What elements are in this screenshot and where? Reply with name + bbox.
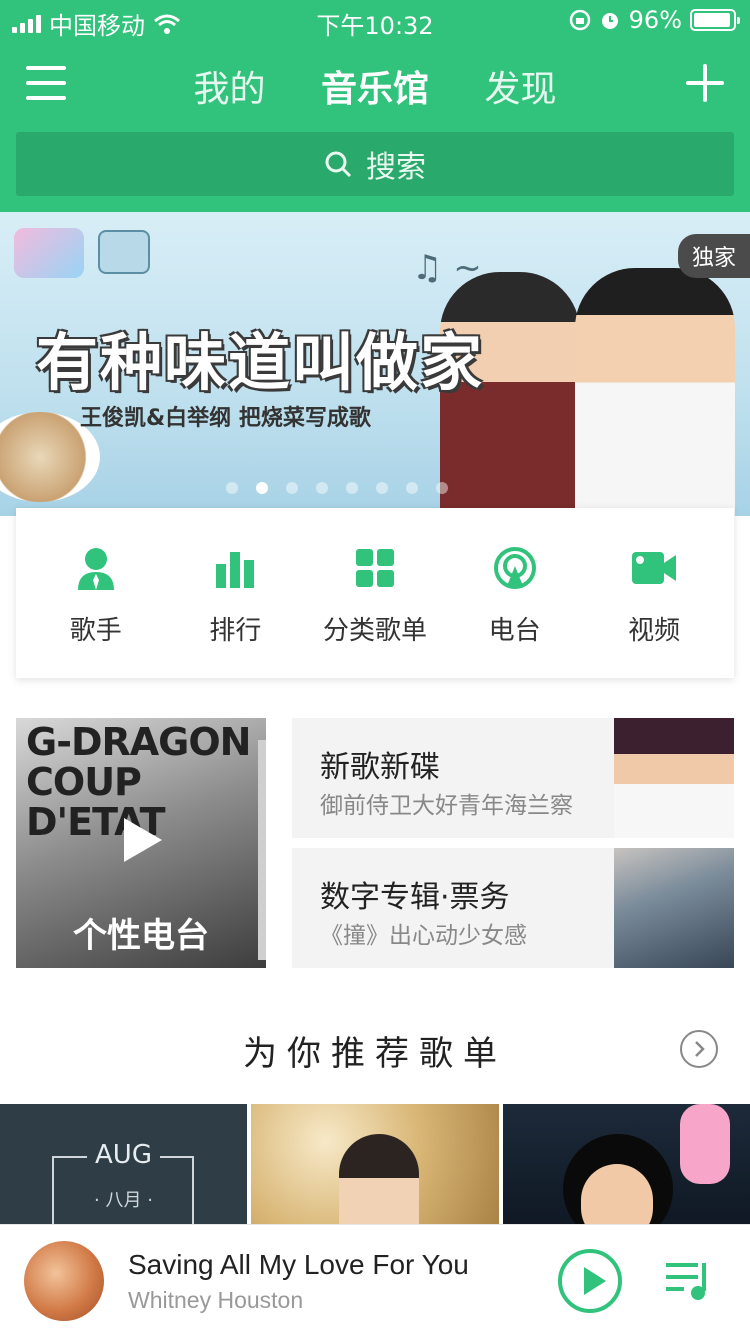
promo-banner[interactable]: ♫ ~ 有种味道叫做家 王俊凯&白举纲 把烧菜写成歌 独家 [0, 212, 750, 516]
banner-title: 有种味道叫做家 [36, 326, 485, 399]
alarm-icon [601, 13, 618, 29]
shortcut-label: 歌手 [69, 616, 122, 646]
play-icon [124, 818, 162, 862]
album-thumbnail [614, 848, 734, 968]
singer-icon [77, 548, 114, 590]
shortcut-singer[interactable]: 歌手 [36, 546, 156, 678]
search-placeholder: 搜索 [366, 150, 426, 185]
pager-dot[interactable] [406, 482, 418, 494]
pager-dot[interactable] [436, 482, 448, 494]
nav-bar: 我的 音乐馆 发现 [0, 52, 750, 116]
stack-edge [258, 740, 266, 960]
playlist-row: AUG · 八月 · [0, 1104, 750, 1228]
pager-dot[interactable] [316, 482, 328, 494]
digital-album-tile[interactable]: 数字专辑·票务 《撞》出心动少女感 [292, 848, 734, 968]
search-icon [325, 151, 352, 178]
pager-dot[interactable] [346, 482, 358, 494]
shortcut-label: 排行 [209, 616, 262, 646]
tab-music-hall[interactable]: 音乐馆 [321, 60, 429, 112]
video-icon [632, 552, 677, 584]
category-icon [355, 549, 394, 587]
personal-radio-label: 个性电台 [73, 916, 209, 956]
shortcut-radio[interactable]: 电台 [455, 546, 575, 678]
mini-player[interactable]: Saving All My Love For You Whitney Houst… [0, 1224, 750, 1334]
playlist-card[interactable] [502, 1104, 750, 1228]
pager-dot[interactable] [286, 482, 298, 494]
add-icon[interactable] [686, 64, 724, 102]
playlist-cover-subtext: · 八月 · [94, 1190, 153, 1211]
play-button[interactable] [558, 1249, 622, 1313]
tile-subtitle: 《撞》出心动少女感 [320, 923, 527, 949]
header: 中国移动 下午10:32 96% 我的 音乐馆 发现 搜索 [0, 0, 750, 212]
battery-percent: 96% [628, 6, 682, 34]
playlist-cover-image [339, 1134, 420, 1228]
more-button[interactable] [680, 1030, 718, 1068]
tab-discover[interactable]: 发现 [484, 60, 556, 112]
now-playing-cover[interactable] [24, 1241, 104, 1321]
radio-icon [493, 547, 536, 589]
shortcut-card: 歌手 排行 分类歌单 电台 视频 [16, 508, 734, 678]
playlist-cover-image [580, 1164, 653, 1228]
playlist-card[interactable]: AUG · 八月 · [0, 1104, 248, 1228]
shortcut-label: 电台 [488, 616, 541, 646]
main-tabs: 我的 音乐馆 发现 [0, 60, 750, 112]
pager-dot[interactable] [376, 482, 388, 494]
pager-dot[interactable] [226, 482, 238, 494]
exclusive-badge: 独家 [677, 234, 750, 278]
chevron-right-icon [695, 1041, 705, 1057]
new-releases-tile[interactable]: 新歌新碟 御前侍卫大好青年海兰察 [292, 718, 734, 838]
show-logo [14, 228, 84, 278]
ranking-icon [216, 552, 255, 588]
banner-pager[interactable] [226, 482, 448, 494]
personal-radio-tile[interactable]: G-DRAGON COUP D'ETAT 个性电台 [16, 718, 266, 968]
tab-mine[interactable]: 我的 [194, 60, 266, 112]
status-bar: 中国移动 下午10:32 96% [0, 0, 750, 40]
section-title: 为你推荐歌单 [243, 1034, 507, 1074]
shortcut-label: 分类歌单 [322, 616, 427, 646]
shortcut-category[interactable]: 分类歌单 [315, 546, 435, 678]
shortcut-ranking[interactable]: 排行 [175, 546, 295, 678]
shortcut-video[interactable]: 视频 [594, 546, 714, 678]
shortcut-label: 视频 [628, 616, 681, 646]
show-logo-secondary [98, 230, 150, 274]
playlist-card[interactable] [251, 1104, 499, 1228]
tile-subtitle: 御前侍卫大好青年海兰察 [320, 793, 573, 819]
banner-subtitle: 王俊凯&白举纲 把烧菜写成歌 [80, 406, 371, 431]
artist-thumbnail [614, 718, 734, 838]
battery-icon [690, 9, 740, 31]
playlist-icon[interactable] [664, 1259, 712, 1303]
playlist-cover-text: AUG [87, 1140, 160, 1170]
pager-dot[interactable] [256, 482, 268, 494]
rotation-lock-icon [569, 9, 590, 31]
now-playing-artist: Whitney Houston [128, 1287, 304, 1313]
tile-title: 新歌新碟 [320, 750, 440, 785]
artist-photo [575, 268, 735, 516]
now-playing-title: Saving All My Love For You [128, 1249, 469, 1280]
search-bar[interactable]: 搜索 [16, 132, 734, 196]
tile-title: 数字专辑·票务 [320, 880, 510, 915]
